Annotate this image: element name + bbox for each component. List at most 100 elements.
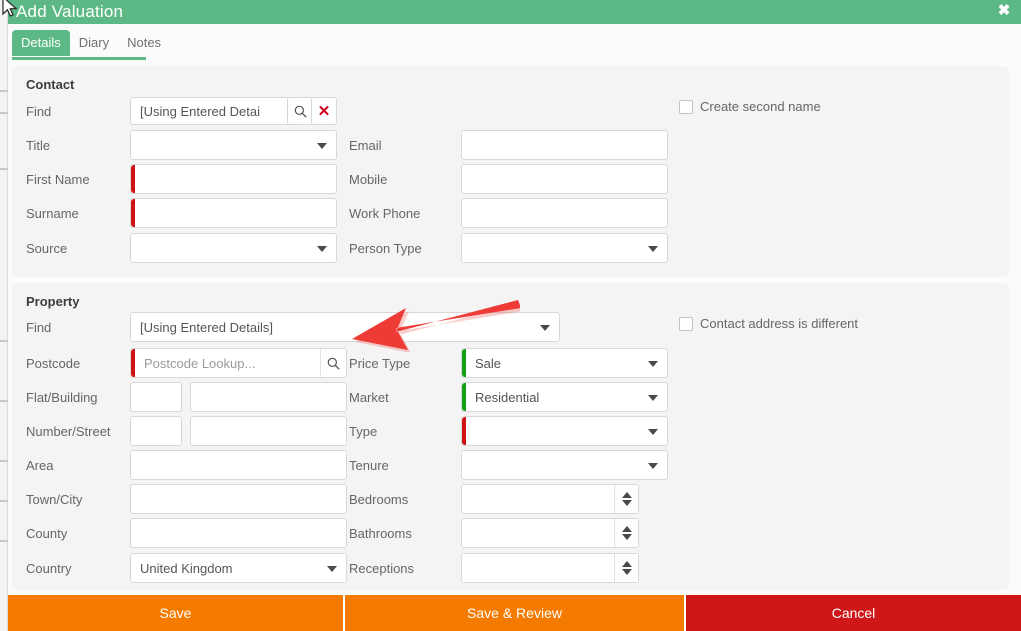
property-section: Property Find [Using Entered Details] Po… bbox=[12, 283, 1009, 590]
save-and-review-button[interactable]: Save & Review bbox=[345, 595, 686, 631]
tenure-select[interactable] bbox=[461, 450, 668, 480]
tab-details[interactable]: Details bbox=[12, 30, 70, 56]
area-value bbox=[140, 451, 322, 479]
contact-find-label: Find bbox=[26, 104, 51, 119]
type-value bbox=[475, 417, 643, 445]
property-section-title: Property bbox=[26, 294, 79, 309]
tenure-label: Tenure bbox=[349, 458, 389, 473]
contact-find-input[interactable]: [Using Entered Detai bbox=[130, 97, 293, 125]
postcode-search-button[interactable] bbox=[320, 349, 346, 377]
town-city-field[interactable] bbox=[130, 484, 347, 514]
area-label: Area bbox=[26, 458, 53, 473]
bathrooms-stepper[interactable] bbox=[461, 518, 639, 548]
price-type-select[interactable]: Sale bbox=[461, 348, 668, 378]
county-field[interactable] bbox=[130, 518, 347, 548]
contact-find-value: [Using Entered Detai bbox=[140, 98, 286, 124]
chevron-up-icon[interactable] bbox=[622, 492, 632, 498]
mobile-field[interactable] bbox=[461, 164, 668, 194]
chevron-down-icon[interactable] bbox=[622, 534, 632, 540]
chevron-up-icon[interactable] bbox=[622, 561, 632, 567]
chevron-down-icon bbox=[648, 463, 658, 469]
source-select[interactable] bbox=[130, 233, 337, 263]
tab-notes[interactable]: Notes bbox=[118, 30, 170, 56]
country-value: United Kingdom bbox=[140, 554, 322, 582]
bathrooms-spinner[interactable] bbox=[614, 519, 638, 547]
contact-address-different-checkbox[interactable] bbox=[679, 317, 693, 331]
cancel-button[interactable]: Cancel bbox=[686, 595, 1021, 631]
chevron-down-icon bbox=[648, 395, 658, 401]
contact-section: Contact Find [Using Entered Detai ✕ Titl… bbox=[12, 66, 1009, 277]
property-find-label: Find bbox=[26, 320, 51, 335]
create-second-name-checkbox-row[interactable]: Create second name bbox=[679, 99, 821, 114]
required-marker bbox=[131, 349, 135, 377]
type-select[interactable] bbox=[461, 416, 668, 446]
receptions-label: Receptions bbox=[349, 561, 414, 576]
bedrooms-spinner[interactable] bbox=[614, 485, 638, 513]
number-field[interactable] bbox=[130, 416, 182, 446]
person-type-select[interactable] bbox=[461, 233, 668, 263]
contact-address-different-checkbox-row[interactable]: Contact address is different bbox=[679, 316, 858, 331]
title-value bbox=[140, 131, 312, 159]
work-phone-field[interactable] bbox=[461, 198, 668, 228]
chevron-down-icon bbox=[648, 246, 658, 252]
postcode-field[interactable]: Postcode Lookup... bbox=[130, 348, 347, 378]
required-marker bbox=[131, 165, 135, 193]
background-page-sliver bbox=[0, 0, 8, 631]
email-field[interactable] bbox=[461, 130, 668, 160]
bathrooms-label: Bathrooms bbox=[349, 526, 412, 541]
contact-find-search-button[interactable] bbox=[287, 97, 313, 125]
contact-address-different-label: Contact address is different bbox=[700, 316, 858, 331]
save-button[interactable]: Save bbox=[8, 595, 345, 631]
dialog-header: Add Valuation ✖ bbox=[8, 0, 1021, 24]
work-phone-value bbox=[471, 199, 643, 227]
tab-diary[interactable]: Diary bbox=[70, 30, 118, 56]
search-icon bbox=[327, 357, 340, 370]
street-field[interactable] bbox=[190, 416, 347, 446]
page-title: Add Valuation bbox=[16, 1, 123, 23]
postcode-label: Postcode bbox=[26, 356, 80, 371]
create-second-name-label: Create second name bbox=[700, 99, 821, 114]
county-label: County bbox=[26, 526, 67, 541]
bedrooms-value bbox=[471, 485, 614, 513]
chevron-down-icon bbox=[317, 143, 327, 149]
receptions-stepper[interactable] bbox=[461, 553, 639, 583]
contact-section-title: Contact bbox=[26, 77, 74, 92]
create-second-name-checkbox[interactable] bbox=[679, 100, 693, 114]
receptions-spinner[interactable] bbox=[614, 554, 638, 582]
property-find-select[interactable]: [Using Entered Details] bbox=[130, 312, 560, 342]
surname-field[interactable] bbox=[130, 198, 337, 228]
required-marker bbox=[462, 417, 466, 445]
bathrooms-value bbox=[471, 519, 614, 547]
contact-find-clear-button[interactable]: ✕ bbox=[311, 97, 337, 125]
country-label: Country bbox=[26, 561, 72, 576]
number-value bbox=[140, 417, 157, 445]
flat-building-name-value bbox=[200, 383, 322, 411]
flat-building-number-field[interactable] bbox=[130, 382, 182, 412]
clear-icon: ✕ bbox=[318, 104, 331, 119]
bedrooms-stepper[interactable] bbox=[461, 484, 639, 514]
chevron-up-icon[interactable] bbox=[622, 526, 632, 532]
street-value bbox=[200, 417, 322, 445]
title-label: Title bbox=[26, 138, 50, 153]
chevron-down-icon[interactable] bbox=[622, 500, 632, 506]
surname-value bbox=[144, 199, 312, 227]
first-name-field[interactable] bbox=[130, 164, 337, 194]
postcode-placeholder: Postcode Lookup... bbox=[144, 349, 316, 377]
chevron-down-icon[interactable] bbox=[622, 569, 632, 575]
flat-building-name-field[interactable] bbox=[190, 382, 347, 412]
valid-marker bbox=[462, 383, 466, 411]
chevron-down-icon bbox=[648, 429, 658, 435]
market-select[interactable]: Residential bbox=[461, 382, 668, 412]
market-label: Market bbox=[349, 390, 389, 405]
area-field[interactable] bbox=[130, 450, 347, 480]
chevron-down-icon bbox=[540, 325, 550, 331]
mouse-cursor-icon bbox=[2, 0, 18, 20]
title-select[interactable] bbox=[130, 130, 337, 160]
source-value bbox=[140, 234, 312, 262]
country-select[interactable]: United Kingdom bbox=[130, 553, 347, 583]
chevron-down-icon bbox=[648, 361, 658, 367]
close-icon[interactable]: ✖ bbox=[995, 2, 1013, 20]
first-name-label: First Name bbox=[26, 172, 90, 187]
person-type-value bbox=[471, 234, 643, 262]
email-value bbox=[471, 131, 643, 159]
